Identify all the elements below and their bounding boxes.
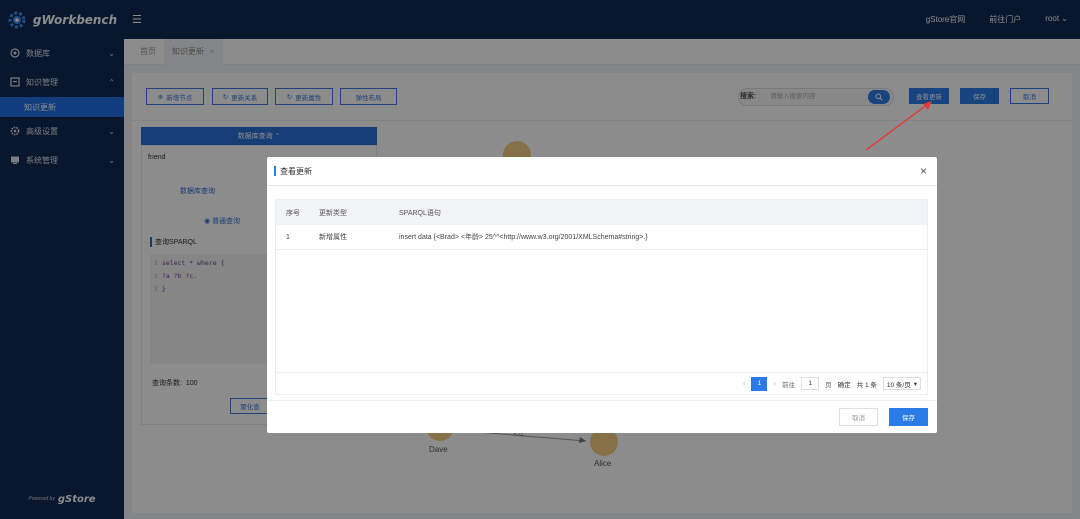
next-page-icon[interactable]: › (773, 379, 776, 388)
confirm-page-button[interactable]: 确定 (838, 379, 851, 389)
column-header: 序号 (286, 209, 300, 217)
cell-index: 1 (286, 233, 290, 241)
pagination: ‹ 1 › 前往 1 页 确定 共 1 条 10 条/页 ▾ (275, 373, 928, 395)
modal-save-button[interactable]: 保存 (889, 408, 928, 426)
prev-page-icon[interactable]: ‹ (743, 379, 746, 388)
page-unit: 页 (825, 381, 832, 389)
goto-label: 前往 (782, 381, 796, 389)
total-count: 共 1 条 (856, 381, 877, 389)
modal-title: 查看更新 (280, 166, 312, 176)
table-header: 序号 更新类型 SPARQL语句 (276, 200, 927, 225)
title-accent-bar (274, 166, 276, 176)
column-header: 更新类型 (319, 209, 347, 217)
modal-header: 查看更新 × (267, 157, 937, 186)
updates-table: 序号 更新类型 SPARQL语句 1 新增属性 insert data {<Br… (275, 199, 928, 373)
modal-cancel-button[interactable]: 取消 (839, 408, 878, 426)
modal-footer-divider (267, 400, 937, 401)
close-icon[interactable]: × (920, 165, 927, 177)
page-number[interactable]: 1 (751, 376, 768, 391)
view-updates-dialog: 查看更新 × 序号 更新类型 SPARQL语句 1 新增属性 insert da… (267, 157, 937, 433)
annotation-arrow (865, 101, 932, 151)
page-size-select[interactable]: 10 条/页 ▾ (882, 377, 921, 390)
cell-sparql: insert data {<Brad> <年龄> 25^^<http://www… (399, 234, 648, 241)
goto-page-input[interactable]: 1 (801, 377, 820, 390)
cell-type: 新增属性 (319, 234, 347, 241)
page-size-value: 10 条/页 (886, 381, 911, 389)
column-header: SPARQL语句 (399, 209, 441, 217)
chevron-down-icon: ▾ (913, 380, 917, 388)
table-row[interactable]: 1 新增属性 insert data {<Brad> <年龄> 25^^<htt… (276, 225, 927, 250)
